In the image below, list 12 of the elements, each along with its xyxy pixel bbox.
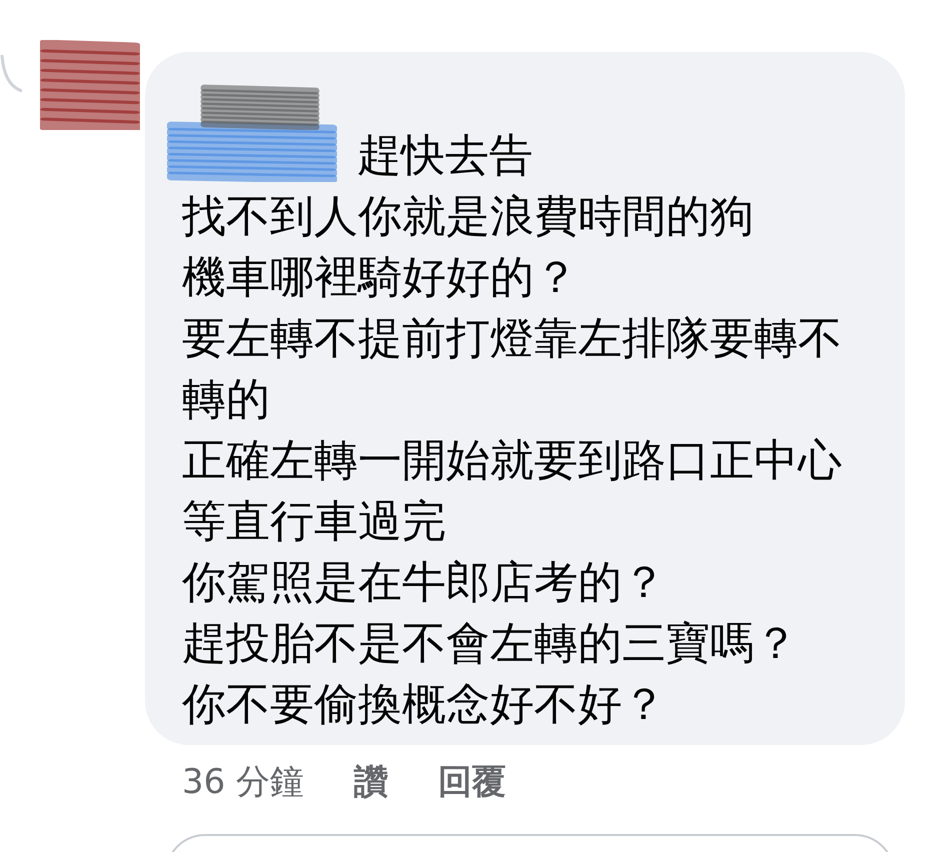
comment-action[interactable]: 讚: [354, 757, 388, 808]
comment-line: 你駕照是在牛郎店考的？: [182, 556, 666, 610]
comment-line: 正確左轉一開始就要到路口正中心等直行車過完: [182, 434, 843, 549]
comment-line: 找不到人你就是浪費時間的狗: [182, 190, 754, 244]
timestamp: 36 分鐘: [182, 761, 304, 804]
comment-line: 你不要偷換概念好不好？: [182, 678, 666, 732]
comment-line: 趕投胎不是不會左轉的三寶嗎？: [182, 617, 798, 671]
thread-line: [0, 55, 22, 95]
comment-line: 趕快去告: [357, 129, 533, 183]
comment-action[interactable]: 回覆: [438, 757, 506, 808]
comment-line: 要左轉不提前打燈靠左排隊要轉不轉的: [182, 312, 843, 427]
comment-line: 機車哪裡騎好好的？: [182, 251, 578, 305]
